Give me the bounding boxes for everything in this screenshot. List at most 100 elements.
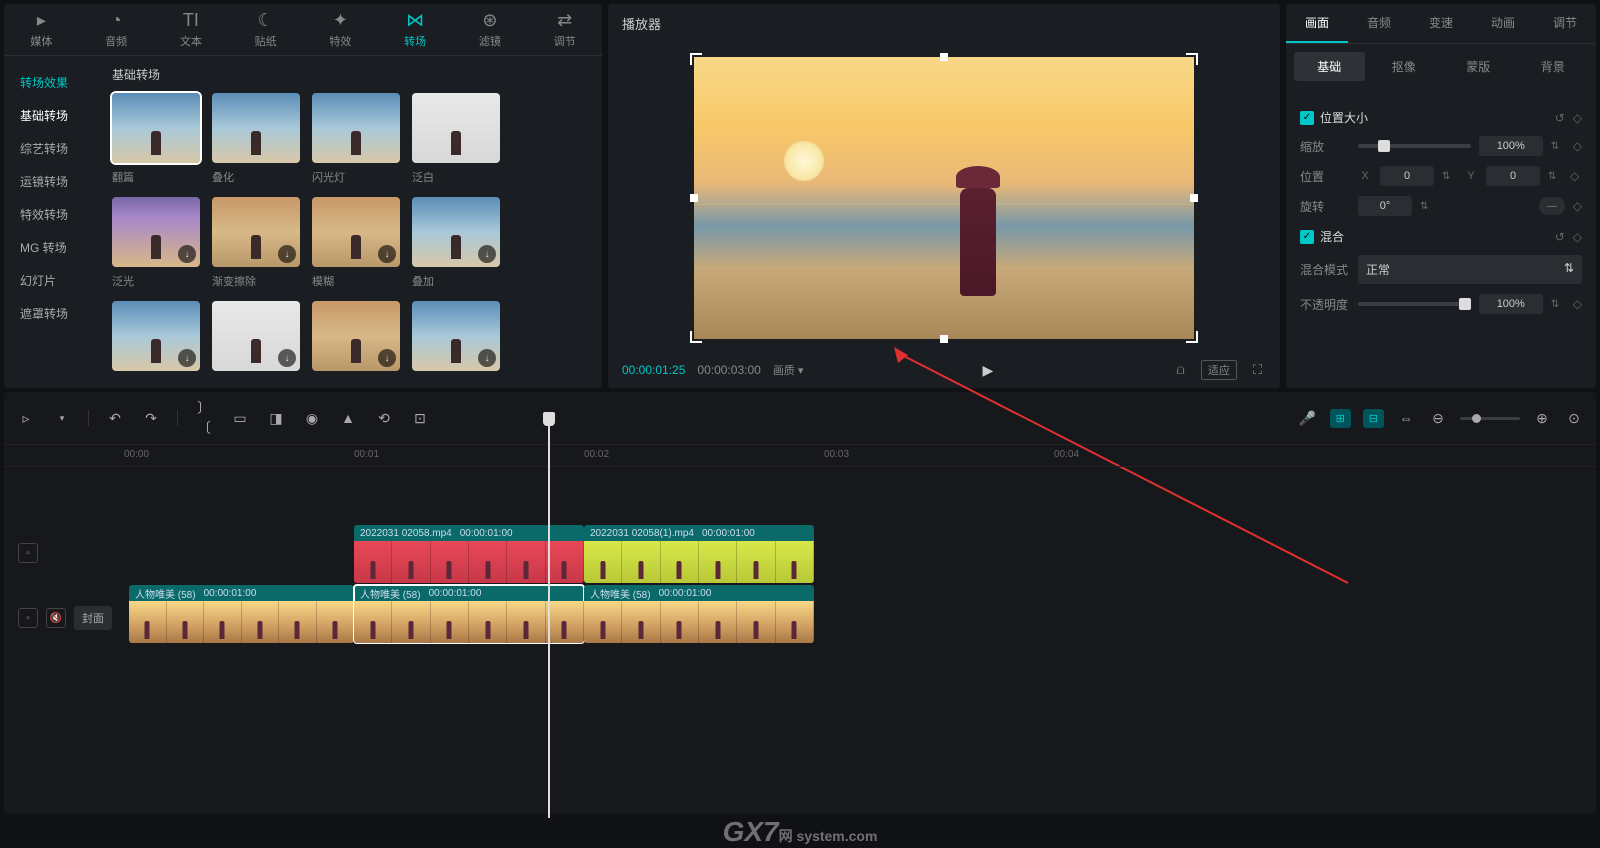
sub-tab-mask[interactable]: 蒙版 (1443, 52, 1514, 81)
clip-v1b[interactable]: 2022031 02058(1).mp400:00:01:00 (584, 525, 814, 583)
align-icon[interactable]: ⇔ (1396, 410, 1416, 426)
side-header[interactable]: 转场效果 (4, 66, 104, 99)
fullscreen-icon[interactable]: ⛶ (1249, 360, 1266, 380)
download-icon[interactable]: ↓ (278, 349, 296, 367)
transition-thumb[interactable]: ↓渐变擦除 (212, 197, 300, 289)
transition-thumb[interactable]: 翻篇 (112, 93, 200, 185)
transition-thumb[interactable]: ↓泛光 (112, 197, 200, 289)
resize-handle-b[interactable] (940, 335, 948, 343)
track-mute-icon[interactable]: 🔇 (46, 608, 66, 628)
prop-tab-anim[interactable]: 动画 (1472, 4, 1534, 43)
tab-effects[interactable]: ✦特效 (303, 4, 378, 55)
pointer-tool[interactable]: ▹ (16, 410, 36, 427)
play-button[interactable]: ▶ (983, 362, 994, 379)
tab-text[interactable]: TI文本 (154, 4, 229, 55)
prop-tab-speed[interactable]: 变速 (1410, 4, 1472, 43)
rotation-toggle[interactable]: — (1539, 197, 1565, 215)
download-icon[interactable]: ↓ (178, 349, 196, 367)
clip-v2a[interactable]: 人物唯美 (58)00:00:01:00 (129, 585, 354, 643)
transition-thumb[interactable]: ↓ (112, 301, 200, 377)
pos-size-checkbox[interactable]: ✓ (1300, 111, 1314, 125)
download-icon[interactable]: ↓ (478, 245, 496, 263)
delete-tool[interactable]: ▭ (230, 410, 250, 427)
clip-v2c[interactable]: 人物唯美 (58)00:00:01:00 (584, 585, 814, 643)
download-icon[interactable]: ↓ (278, 245, 296, 263)
side-item-mask[interactable]: 遮罩转场 (4, 297, 104, 330)
scale-stepper[interactable]: ⇅ (1551, 141, 1565, 152)
transition-thumb[interactable]: 泛白 (412, 93, 500, 185)
cover-button[interactable]: 封面 (74, 606, 112, 630)
mic-icon[interactable]: 🎤 (1298, 410, 1318, 427)
zoom-slider[interactable] (1460, 417, 1520, 420)
redo-button[interactable]: ↷ (141, 410, 161, 427)
fit-button[interactable]: 适应 (1201, 360, 1237, 380)
tab-adjust[interactable]: ⇄调节 (527, 4, 602, 55)
pos-x-input[interactable] (1380, 166, 1434, 186)
transition-thumb[interactable]: ↓模糊 (312, 197, 400, 289)
waveform-icon[interactable]: ⩍ (1172, 360, 1188, 380)
download-icon[interactable]: ↓ (378, 349, 396, 367)
prop-tab-audio[interactable]: 音频 (1348, 4, 1410, 43)
tab-filter[interactable]: ⊛滤镜 (453, 4, 528, 55)
prop-tab-adjust[interactable]: 调节 (1534, 4, 1596, 43)
time-ruler[interactable]: 00:00 00:01 00:02 00:03 00:04 (4, 445, 1596, 467)
resize-handle-bl[interactable] (690, 331, 702, 343)
tab-sticker[interactable]: ☾贴纸 (228, 4, 303, 55)
download-icon[interactable]: ↓ (378, 245, 396, 263)
record-tool[interactable]: ◉ (302, 410, 322, 427)
tab-media[interactable]: ▸媒体 (4, 4, 79, 55)
scale-keyframe-icon[interactable]: ◇ (1573, 139, 1582, 153)
resize-handle-r[interactable] (1190, 194, 1198, 202)
quality-dropdown[interactable]: 画质 ▾ (773, 362, 804, 378)
transition-thumb[interactable]: ↓ (312, 301, 400, 377)
transition-thumb[interactable]: 闪光灯 (312, 93, 400, 185)
blend-reset-icon[interactable]: ↺ (1555, 230, 1565, 244)
snap-toggle-1[interactable]: ⊞ (1330, 409, 1351, 428)
blend-checkbox[interactable]: ✓ (1300, 230, 1314, 244)
resize-handle-br[interactable] (1186, 331, 1198, 343)
undo-button[interactable]: ↶ (105, 410, 125, 427)
zoom-fit-icon[interactable]: ⊙ (1564, 410, 1584, 427)
tab-transition[interactable]: ⋈转场 (378, 4, 453, 55)
sub-tab-bg[interactable]: 背景 (1518, 52, 1589, 81)
preview-canvas[interactable] (694, 57, 1194, 339)
scale-slider[interactable] (1358, 144, 1471, 148)
track-lock-icon[interactable]: ▫ (18, 543, 38, 563)
zoom-in-icon[interactable]: ⊕ (1532, 410, 1552, 427)
playhead[interactable] (548, 418, 550, 818)
side-item-variety[interactable]: 综艺转场 (4, 132, 104, 165)
split-tool[interactable]: 〕〔 (194, 398, 214, 438)
resize-handle-t[interactable] (940, 53, 948, 61)
side-item-slide[interactable]: 幻灯片 (4, 264, 104, 297)
blend-mode-select[interactable]: 正常⇅ (1358, 255, 1582, 284)
rotation-input[interactable] (1358, 196, 1412, 216)
rotate-tool[interactable]: ⟲ (374, 410, 394, 427)
scale-input[interactable] (1479, 136, 1543, 156)
reset-icon[interactable]: ↺ (1555, 111, 1565, 125)
pointer-dropdown[interactable]: ▾ (52, 413, 72, 424)
rotation-keyframe-icon[interactable]: ◇ (1573, 199, 1582, 213)
transition-thumb[interactable]: ↓ (412, 301, 500, 377)
transition-thumb[interactable]: ↓叠加 (412, 197, 500, 289)
resize-handle-tl[interactable] (690, 53, 702, 65)
side-item-fx[interactable]: 特效转场 (4, 198, 104, 231)
opacity-slider[interactable] (1358, 302, 1471, 306)
snap-toggle-2[interactable]: ⊟ (1363, 409, 1384, 428)
track-video-icon[interactable]: ▫ (18, 608, 38, 628)
download-icon[interactable]: ↓ (178, 245, 196, 263)
resize-handle-tr[interactable] (1186, 53, 1198, 65)
mirror-tool[interactable]: ▲ (338, 410, 358, 426)
tab-audio[interactable]: ◔音频 (79, 4, 154, 55)
transition-thumb[interactable]: 叠化 (212, 93, 300, 185)
crop-tool[interactable]: ⊡ (410, 410, 430, 427)
opacity-input[interactable] (1479, 294, 1543, 314)
sub-tab-cutout[interactable]: 抠像 (1369, 52, 1440, 81)
resize-handle-l[interactable] (690, 194, 698, 202)
sub-tab-basic[interactable]: 基础 (1294, 52, 1365, 81)
keyframe-icon[interactable]: ◇ (1573, 111, 1582, 125)
side-item-basic[interactable]: 基础转场 (4, 99, 104, 132)
ripple-tool[interactable]: ◨ (266, 410, 286, 427)
prop-tab-video[interactable]: 画面 (1286, 4, 1348, 43)
download-icon[interactable]: ↓ (478, 349, 496, 367)
pos-keyframe-icon[interactable]: ◇ (1570, 169, 1579, 183)
